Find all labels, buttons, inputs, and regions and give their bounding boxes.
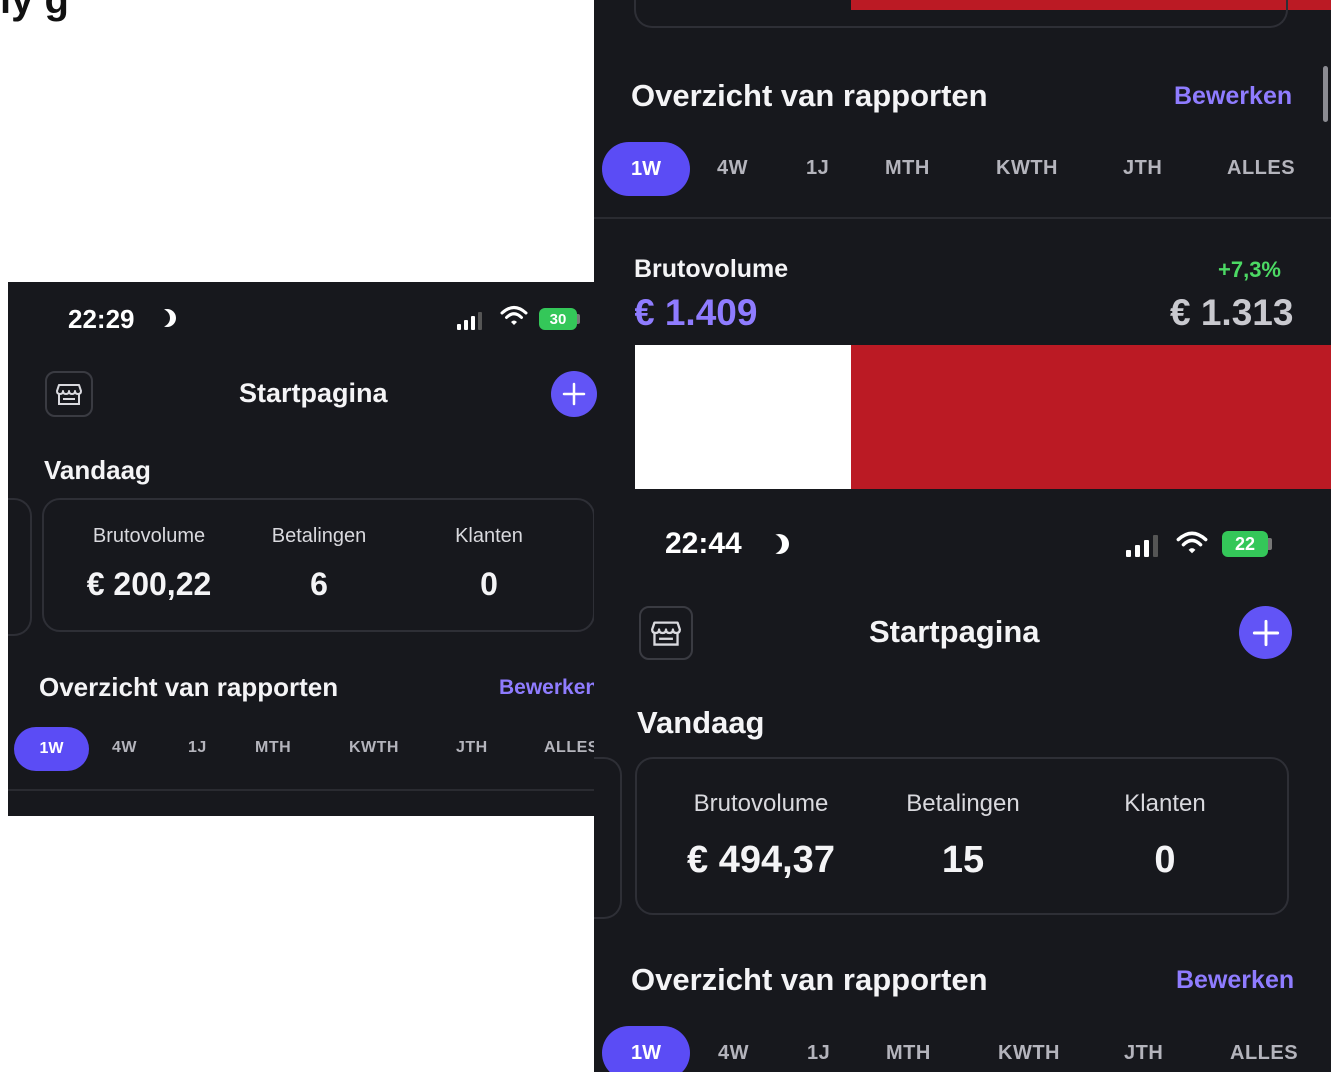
- battery-level: 30: [549, 310, 567, 328]
- today-title: Vandaag: [44, 455, 151, 485]
- metric-previous-value: € 1.313: [1170, 292, 1294, 333]
- stat-label-customers: Klanten: [1124, 790, 1206, 817]
- today-title: Vandaag: [637, 705, 765, 740]
- tab-jth[interactable]: JTH: [1124, 1042, 1163, 1065]
- stat-value-gross-volume: € 200,22: [86, 566, 212, 602]
- signal-icon: [1126, 535, 1160, 557]
- store-icon: [651, 621, 681, 646]
- wifi-icon: [1176, 529, 1208, 562]
- today-stats-card[interactable]: Brutovolume Betalingen Klanten € 494,37 …: [635, 757, 1289, 915]
- right-phone-screen: 22:44 22 Startpagina Vandaag Brutovolume…: [594, 489, 1331, 1072]
- tab-kwth[interactable]: KWTH: [349, 739, 399, 757]
- header-title: Startpagina: [239, 378, 388, 408]
- tab-1j[interactable]: 1J: [807, 1042, 830, 1065]
- wifi-icon: [500, 304, 528, 333]
- signal-icon: [457, 312, 485, 330]
- tab-alles[interactable]: ALLES: [1230, 1042, 1298, 1065]
- tab-1j[interactable]: 1J: [188, 739, 207, 757]
- tab-1w[interactable]: 1W: [602, 1026, 690, 1072]
- header-title: Startpagina: [869, 614, 1040, 649]
- stat-value-payments: 15: [941, 839, 985, 881]
- metric-current-value: € 1.409: [634, 292, 758, 333]
- tab-mth[interactable]: MTH: [885, 157, 930, 180]
- tab-4w[interactable]: 4W: [717, 157, 748, 180]
- tab-1w[interactable]: 1W: [14, 727, 89, 771]
- today-stats-card[interactable]: Brutovolume Betalingen Klanten € 200,22 …: [42, 498, 595, 632]
- stat-label-gross-volume: Brutovolume: [693, 790, 829, 817]
- section-title: Overzicht van rapporten: [631, 962, 988, 997]
- previous-card-edge: [594, 757, 622, 919]
- status-time: 22:44: [665, 527, 742, 560]
- add-button[interactable]: [551, 371, 597, 417]
- tab-kwth[interactable]: KWTH: [998, 1042, 1060, 1065]
- tab-4w[interactable]: 4W: [112, 739, 137, 757]
- battery-level: 22: [1234, 533, 1256, 554]
- status-time: 22:29: [68, 304, 135, 334]
- plus-icon: [1252, 619, 1279, 646]
- battery-tip: [577, 314, 580, 324]
- tabs-divider: [594, 217, 1331, 219]
- white-cutout: [635, 345, 851, 489]
- moon-icon: [762, 534, 782, 554]
- section-title: Overzicht van rapporten: [39, 672, 339, 702]
- moon-icon: [152, 309, 170, 327]
- tab-mth[interactable]: MTH: [255, 739, 291, 757]
- edit-link[interactable]: Bewerken: [1174, 82, 1292, 111]
- stat-value-payments: 6: [310, 566, 328, 602]
- tab-jth[interactable]: JTH: [1123, 157, 1162, 180]
- stat-value-customers: 0: [480, 566, 498, 602]
- stat-label-gross-volume: Brutovolume: [92, 525, 206, 547]
- store-icon: [56, 384, 82, 405]
- stat-value-gross-volume: € 494,37: [687, 839, 835, 881]
- tab-mth[interactable]: MTH: [886, 1042, 931, 1065]
- tab-4w[interactable]: 4W: [718, 1042, 749, 1065]
- plus-icon: [562, 382, 586, 406]
- tab-kwth[interactable]: KWTH: [996, 157, 1058, 180]
- left-phone-screen: 22:29 30 Startpagina Vandaag Brutovolume…: [8, 282, 635, 816]
- tabs-divider: [8, 789, 635, 791]
- edit-link[interactable]: Bewerken: [499, 676, 598, 700]
- caption-fragment: ly g: [0, 0, 69, 22]
- section-title: Overzicht van rapporten: [631, 78, 988, 113]
- add-button[interactable]: [1239, 606, 1292, 659]
- stat-label-customers: Klanten: [455, 525, 523, 547]
- tab-alles[interactable]: ALLES: [544, 739, 599, 757]
- battery-indicator: 30: [539, 308, 577, 330]
- top-report-panel: Overzicht van rapporten Bewerken 1W 4W 1…: [594, 0, 1331, 345]
- middle-red-block: [851, 345, 1331, 489]
- battery-indicator: 22: [1222, 531, 1268, 557]
- tab-1w[interactable]: 1W: [602, 142, 690, 196]
- tab-alles[interactable]: ALLES: [1227, 157, 1295, 180]
- stat-value-customers: 0: [1154, 839, 1176, 881]
- edit-link[interactable]: Bewerken: [1176, 966, 1294, 995]
- stat-label-payments: Betalingen: [271, 525, 367, 547]
- previous-card-edge: [8, 498, 32, 636]
- store-button[interactable]: [639, 606, 693, 660]
- store-button[interactable]: [45, 371, 93, 417]
- battery-tip: [1268, 538, 1272, 550]
- tab-jth[interactable]: JTH: [456, 739, 488, 757]
- stat-label-payments: Betalingen: [906, 790, 1020, 817]
- card-edge: [634, 0, 1288, 28]
- metric-change: +7,3%: [1218, 257, 1281, 282]
- scrollbar[interactable]: [1323, 66, 1328, 122]
- tab-1j[interactable]: 1J: [806, 157, 829, 180]
- metric-label: Brutovolume: [634, 255, 789, 283]
